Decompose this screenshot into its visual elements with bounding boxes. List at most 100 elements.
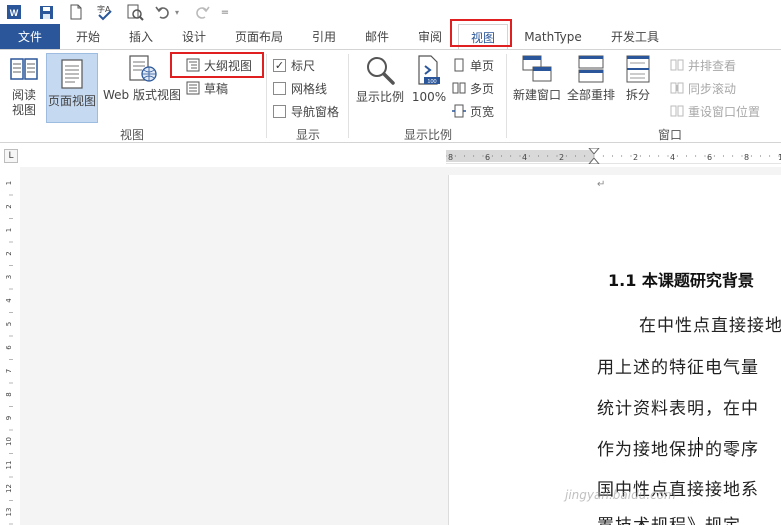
horizontal-ruler[interactable]: 8642246810 xyxy=(445,147,781,165)
zoom-100-button[interactable]: 100 100% xyxy=(410,54,448,105)
ruler-tick-label: 2 xyxy=(633,153,638,162)
gridlines-checkbox[interactable]: 网格线 xyxy=(273,79,327,97)
ruler-tick-label: 5 xyxy=(5,322,13,326)
ruler-tick-label: 11 xyxy=(5,461,13,470)
zoom-group-label: 显示比例 xyxy=(403,128,452,142)
group-separator xyxy=(506,54,507,138)
redo-icon[interactable] xyxy=(194,3,210,21)
ruler-tick-label: 10 xyxy=(5,437,13,446)
page-width-label: 页宽 xyxy=(470,104,495,119)
save-icon[interactable] xyxy=(38,3,54,21)
ruler-tick-label: 7 xyxy=(5,369,13,373)
web-layout-icon xyxy=(129,55,157,82)
window-group-label: 窗口 xyxy=(657,128,682,142)
multi-page-button[interactable]: 多页 xyxy=(452,79,494,97)
body-line-3: 统计资料表明，在中 xyxy=(597,399,759,419)
ruler-tick-label: 6 xyxy=(707,153,712,162)
body-line-4: 作为接地保护的零序 xyxy=(597,440,759,460)
ribbon-tabs: 文件 开始 插入 设计 页面布局 引用 邮件 审阅 视图 MathType 开发… xyxy=(0,19,781,49)
tab-references[interactable]: 引用 xyxy=(302,24,346,49)
side-by-side-button[interactable]: 并排查看 xyxy=(670,56,736,74)
new-window-icon xyxy=(522,55,552,82)
nav-pane-checkbox[interactable]: 导航窗格 xyxy=(273,102,339,120)
tab-design[interactable]: 设计 xyxy=(172,24,216,49)
ruler-checkbox[interactable]: ✓ 标尺 xyxy=(273,56,315,74)
web-layout-label: Web 版式视图 xyxy=(103,88,181,102)
document-canvas: ↵ 1.1 本课题研究背景 在中性点直接接地 用上述的特征电气量 统计资料表明，… xyxy=(20,167,781,525)
read-mode-label-1: 阅读 xyxy=(11,88,36,102)
outline-view-label: 大纲视图 xyxy=(204,58,253,73)
tab-layout[interactable]: 页面布局 xyxy=(228,24,290,49)
spelling-check-icon[interactable]: 字A xyxy=(96,3,114,21)
zoom-label: 显示比例 xyxy=(355,90,404,104)
ruler-tick-label: 8 xyxy=(5,392,13,396)
draft-view-button[interactable]: 草稿 xyxy=(186,79,228,97)
nav-pane-label: 导航窗格 xyxy=(291,104,340,119)
ruler-tick-label: 12 xyxy=(5,484,13,493)
side-by-side-icon xyxy=(670,59,684,71)
read-mode-label-2: 视图 xyxy=(11,103,36,117)
print-layout-button[interactable]: 页面视图 xyxy=(46,53,98,123)
print-preview-icon[interactable] xyxy=(126,3,144,21)
draft-view-icon xyxy=(186,81,200,95)
split-icon xyxy=(626,55,650,83)
split-button[interactable]: 拆分 xyxy=(620,54,656,103)
document-page[interactable]: ↵ 1.1 本课题研究背景 在中性点直接接地 用上述的特征电气量 统计资料表明，… xyxy=(448,175,781,525)
sync-scroll-button[interactable]: 同步滚动 xyxy=(670,79,736,97)
multi-page-label: 多页 xyxy=(470,81,495,96)
side-by-side-label: 并排查看 xyxy=(688,58,737,73)
tab-insert[interactable]: 插入 xyxy=(119,24,163,49)
one-page-button[interactable]: 单页 xyxy=(452,56,494,74)
zoom-button[interactable]: 显示比例 xyxy=(354,54,406,105)
zoom-100-label: 100% xyxy=(411,90,447,104)
nav-pane-check-box xyxy=(273,104,286,118)
new-window-button[interactable]: 新建窗口 xyxy=(510,54,564,103)
ruler-tick-label: 3 xyxy=(5,275,13,279)
sync-scroll-label: 同步滚动 xyxy=(688,81,737,96)
body-line-2: 用上述的特征电气量 xyxy=(597,358,759,378)
tab-home[interactable]: 开始 xyxy=(66,24,110,49)
zoom-100-icon: 100 xyxy=(418,55,440,85)
tab-file[interactable]: 文件 xyxy=(0,24,60,49)
text-cursor xyxy=(698,437,699,457)
ruler-tick-label: 13 xyxy=(5,508,13,517)
print-layout-label: 页面视图 xyxy=(47,94,96,108)
tab-review[interactable]: 审阅 xyxy=(408,24,452,49)
tab-developer[interactable]: 开发工具 xyxy=(600,24,670,49)
new-document-icon[interactable] xyxy=(68,3,84,21)
undo-dropdown-icon[interactable]: ▾ xyxy=(173,3,181,21)
word-logo-icon: W xyxy=(6,3,22,21)
vertical-ruler[interactable]: 1 2 1 2 3 4 5 6 7 8 9 10 11 12 13 xyxy=(4,173,18,525)
page-width-button[interactable]: 页宽 xyxy=(452,102,494,120)
gridlines-check-box xyxy=(273,81,286,95)
draft-view-label: 草稿 xyxy=(204,81,229,96)
ruler-tick-label: 4 xyxy=(670,153,675,162)
tab-view[interactable]: 视图 xyxy=(458,24,508,49)
ruler-tick-label: 2 xyxy=(559,153,564,162)
read-mode-icon xyxy=(10,58,38,80)
group-separator xyxy=(266,54,267,138)
ruler-tick-label: 4 xyxy=(5,298,13,303)
reset-window-position-button[interactable]: 重设窗口位置 xyxy=(670,102,760,120)
gridlines-label: 网格线 xyxy=(291,81,328,96)
quick-access-toolbar: W 字A ▾ = xyxy=(0,0,781,24)
tab-mathtype[interactable]: MathType xyxy=(516,24,590,49)
ribbon: 阅读 视图 页面视图 Web 版式视图 大纲视图 草稿 视图 ✓ 标尺 网格线 导… xyxy=(0,49,781,143)
new-window-label: 新建窗口 xyxy=(512,88,561,102)
ruler-label: 标尺 xyxy=(291,58,316,73)
page-width-icon xyxy=(452,104,466,118)
arrange-all-button[interactable]: 全部重排 xyxy=(564,54,618,103)
read-mode-button[interactable]: 阅读 视图 xyxy=(4,54,44,118)
web-layout-button[interactable]: Web 版式视图 xyxy=(100,54,184,103)
ruler-tick-label: 1 xyxy=(5,181,13,185)
reset-window-icon xyxy=(670,105,684,117)
ruler-tick-label: 6 xyxy=(485,153,490,162)
ruler-tick-label: 9 xyxy=(5,416,13,420)
tab-selector[interactable]: L xyxy=(4,149,18,163)
outline-view-icon xyxy=(186,58,200,72)
outline-view-button[interactable]: 大纲视图 xyxy=(186,56,252,74)
tab-mailings[interactable]: 邮件 xyxy=(355,24,399,49)
undo-icon[interactable] xyxy=(154,3,172,21)
ruler-tick-label: 8 xyxy=(448,153,453,162)
customize-toolbar-icon[interactable]: = xyxy=(220,3,230,21)
